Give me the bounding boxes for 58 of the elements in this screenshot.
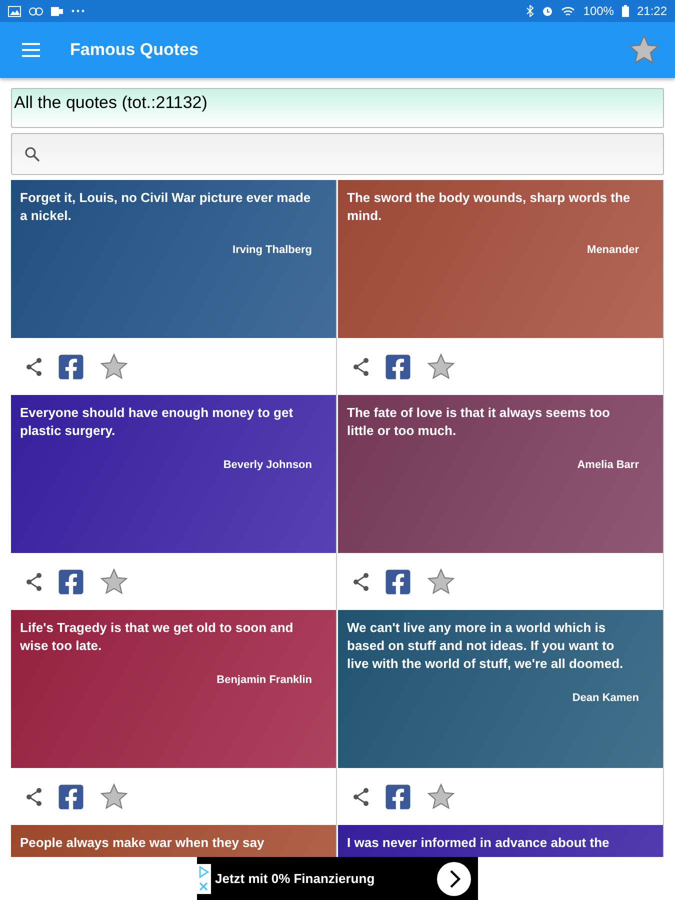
facebook-icon[interactable]	[57, 352, 85, 380]
quote-author: Dean Kamen	[572, 691, 639, 706]
star-icon[interactable]	[426, 782, 456, 812]
battery-percent: 100%	[583, 4, 614, 18]
clock-time: 21:22	[636, 4, 667, 18]
quote-text: We can't live any more in a world which is based on stuff and not ideas. If you want to live with the world of stuff, we're all doomed.	[347, 619, 624, 673]
quote-card[interactable]: I was never informed in advance about the	[338, 825, 663, 857]
quote-author: Amelia Barr	[577, 458, 639, 473]
quote-text: The sword the body wounds, sharp words the mind.	[347, 189, 632, 225]
quote-card[interactable]: Forget it, Louis, no Civil War picture ever made a nickel. Irving Thalberg	[11, 180, 336, 338]
quote-card[interactable]: We can't live any more in a world which is based on stuff and not ideas. If you want to live with the world of stuff, we're all doomed. Dean Kamen	[338, 610, 663, 768]
share-icon[interactable]	[352, 356, 370, 376]
quote-card[interactable]: The sword the body wounds, sharp words the mind. Menander	[338, 180, 663, 338]
share-icon[interactable]	[25, 786, 43, 806]
share-icon[interactable]	[25, 356, 43, 376]
star-icon[interactable]	[99, 782, 129, 812]
menu-icon[interactable]	[22, 43, 40, 57]
star-icon[interactable]	[99, 566, 129, 596]
quote-text: People always make war when they say	[20, 834, 266, 852]
facebook-icon[interactable]	[384, 568, 412, 596]
quote-author: Menander	[587, 243, 639, 258]
quote-text: Life's Tragedy is that we get old to soon and wise too late.	[20, 619, 294, 655]
quote-author: Irving Thalberg	[232, 243, 312, 258]
quote-card[interactable]: Life's Tragedy is that we get old to soon and wise too late. Benjamin Franklin	[11, 610, 336, 768]
quote-author: Benjamin Franklin	[216, 673, 312, 688]
star-icon[interactable]	[426, 352, 456, 382]
quote-text: I was never informed in advance about the	[347, 834, 610, 852]
star-icon[interactable]	[99, 352, 129, 382]
chevron-circle-icon[interactable]	[436, 860, 472, 896]
quote-author: Beverly Johnson	[223, 458, 312, 473]
search-field[interactable]	[11, 133, 664, 175]
star-icon[interactable]	[426, 566, 456, 596]
more-icon	[71, 9, 85, 13]
facebook-icon[interactable]	[57, 568, 85, 596]
battery-icon	[622, 5, 629, 17]
app-title: Famous Quotes	[70, 40, 198, 60]
alarm-icon	[542, 6, 554, 16]
ad-banner[interactable]: Jetzt mit 0% Finanzierung	[197, 857, 478, 900]
share-icon[interactable]	[352, 572, 370, 592]
facebook-icon[interactable]	[384, 352, 412, 380]
quote-card[interactable]: People always make war when they say	[11, 825, 336, 857]
facebook-icon[interactable]	[384, 782, 412, 810]
image-icon	[8, 6, 21, 16]
quote-card[interactable]: The fate of love is that it always seems too little or too much. Amelia Barr	[338, 395, 663, 553]
bluetooth-icon	[526, 5, 534, 17]
quote-text: The fate of love is that it always seems too little or too much.	[347, 404, 611, 440]
notification-icon	[29, 6, 43, 16]
share-icon[interactable]	[25, 572, 43, 592]
ad-text: Jetzt mit 0% Finanzierung	[215, 871, 376, 886]
quote-text: Everyone should have enough money to get plastic surgery.	[20, 404, 294, 440]
notification-icon	[51, 6, 63, 16]
share-icon[interactable]	[352, 786, 370, 806]
quote-card[interactable]: Everyone should have enough money to get plastic surgery. Beverly Johnson	[11, 395, 336, 553]
quote-text: Forget it, Louis, no Civil War picture ever made a nickel.	[20, 189, 312, 225]
search-icon	[24, 146, 40, 162]
wifi-icon	[561, 6, 576, 16]
quotes-count-header: All the quotes (tot.:21132)	[11, 88, 664, 128]
facebook-icon[interactable]	[57, 782, 85, 810]
